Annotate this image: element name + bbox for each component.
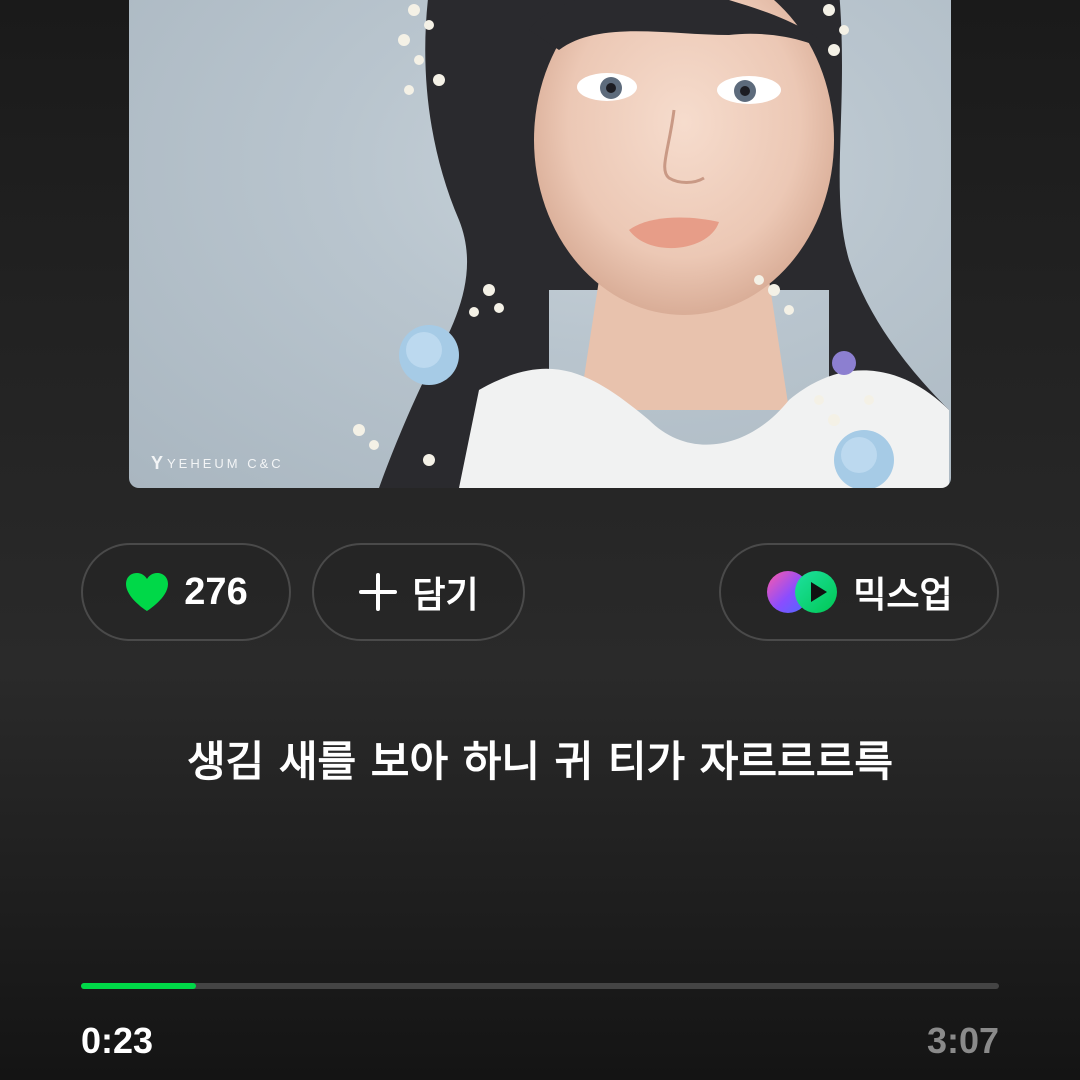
current-lyric-line[interactable]: 생김 새를 보아 하니 귀 티가 자르르르륵 — [0, 728, 1080, 789]
add-to-playlist-button[interactable]: 담기 — [312, 543, 525, 641]
like-count: 276 — [184, 570, 248, 613]
add-label: 담기 — [412, 575, 479, 616]
elapsed-time: 0:23 — [81, 1020, 154, 1061]
mixup-icon — [767, 571, 838, 613]
watermark-text: YEHEUM C&C — [167, 456, 284, 471]
mixup-button[interactable]: 믹스업 — [719, 543, 999, 641]
mixup-label: 믹스업 — [853, 575, 953, 616]
playback-progress-bar[interactable] — [81, 983, 999, 989]
heart-icon — [126, 573, 169, 611]
plus-icon — [359, 573, 398, 611]
yeheum-logo-icon: Y — [151, 453, 164, 473]
playback-progress-fill — [81, 983, 196, 989]
total-duration: 3:07 — [926, 1020, 999, 1061]
album-artwork: Y YEHEUM C&C — [129, 0, 951, 488]
label-watermark: Y YEHEUM C&C — [151, 453, 284, 474]
like-button[interactable]: 276 — [81, 543, 291, 641]
album-photo — [353, 0, 949, 488]
